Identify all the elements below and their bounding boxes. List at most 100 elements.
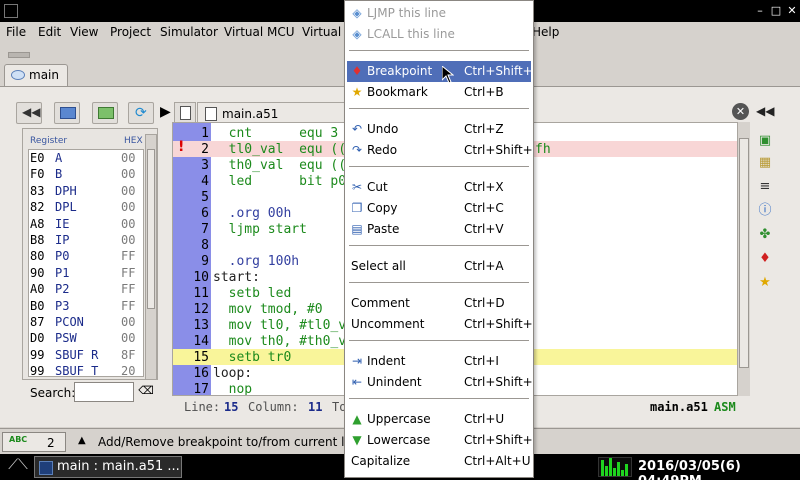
menu-item-redo[interactable]: ↷ Redo Ctrl+Shift+Z [347,140,533,161]
register-name: DPH [55,183,77,198]
menu-file[interactable]: File [6,25,26,39]
open-folder-button[interactable] [54,102,80,124]
menu-item-shortcut: Ctrl+X [464,180,504,194]
register-scrollbar[interactable] [145,134,157,380]
minimize-icon[interactable]: – [752,3,768,19]
register-val: 00 [121,315,136,329]
register-row[interactable]: 99 SBUF T 20 [29,363,143,376]
register-addr: 83 [30,183,45,198]
line-number: 10 [193,270,209,285]
menu-item-label: Redo [367,143,398,157]
register-row[interactable]: E0 A 00 [29,150,143,166]
line-number: 5 [201,190,209,205]
list-icon[interactable]: ≡ [756,178,774,196]
menu-item-shortcut: Ctrl+D [464,296,505,310]
menu-item-undo[interactable]: ↶ Undo Ctrl+Z [347,119,531,140]
start-menu-icon[interactable]: ⟋⟍ [4,457,32,477]
close-icon[interactable]: ✕ [784,3,800,19]
taskbar-window-button[interactable]: main : main.a51 ... [34,456,182,478]
register-row[interactable]: B8 IP 00 [29,232,143,248]
menu-item-lowercase[interactable]: ▼ Lowercase Ctrl+Shift+U [347,430,533,451]
menu-item-cut[interactable]: ✂ Cut Ctrl+X [347,177,531,198]
register-val: 00 [121,233,136,247]
register-addr: A8 [30,216,45,231]
register-row[interactable]: 90 P1 FF [29,265,143,281]
menu-item-indent[interactable]: ⇥ Indent Ctrl+I [347,351,531,372]
register-name: IP [55,233,70,247]
register-row[interactable]: D0 PSW 00 [29,330,143,346]
notes-icon[interactable]: ▦ [756,154,774,172]
register-row[interactable]: A0 P2 FF [29,281,143,297]
register-row[interactable]: 82 DPL 00 [29,199,143,215]
copy-icon: ❐ [351,201,363,215]
register-name: PSW [55,331,77,346]
breakpoints-icon[interactable]: ♦ [756,250,774,268]
register-row[interactable]: 99 SBUF R 8F [29,347,143,363]
code-text: setb led [213,286,292,301]
components-icon[interactable]: ✤ [756,226,774,244]
register-row[interactable]: 80 P0 FF [29,248,143,264]
menu-item-shortcut: Ctrl+Shift+I [464,375,534,389]
spellcheck-counter[interactable]: ABC 2 [2,432,66,452]
image-button[interactable] [92,102,118,124]
register-row[interactable]: 83 DPH 00 [29,183,143,199]
status-filename: main.a51 [650,400,708,414]
line-number: 15 [193,350,209,365]
editor-context-menu: ◈ LJMP this line ◈ LCALL this line ♦ Breakpoi… [344,0,534,478]
breakpoint-marker-icon[interactable]: ! [178,139,184,155]
register-row[interactable]: F0 B 00 [29,166,143,182]
file-tab-main-a51[interactable]: main.a51 [197,102,347,124]
menu-project[interactable]: Project [110,25,151,39]
menu-virtual-mcu[interactable]: Virtual MCU [224,25,295,39]
line-number: 4 [201,174,209,189]
menu-view[interactable]: View [70,25,98,39]
register-row[interactable]: 87 PCON 00 [29,314,143,330]
menu-help[interactable]: Help [532,25,559,39]
register-search-input[interactable] [74,382,134,402]
register-addr: 82 [30,200,45,215]
menu-edit[interactable]: Edit [38,25,61,39]
calculator-icon[interactable]: ▣ [756,132,774,150]
menu-item-shortcut: Ctrl+Shift+D [464,317,533,331]
menu-item-uncomment[interactable]: Uncomment Ctrl+Shift+D [347,314,533,335]
editor-scrollbar[interactable] [737,122,750,396]
jump-icon: ◈ [352,6,362,20]
menu-simulator[interactable]: Simulator [160,25,218,39]
register-scrollbar-thumb[interactable] [147,149,155,309]
editor-scrollbar-thumb[interactable] [739,138,749,368]
bookmarks-icon[interactable]: ★ [756,274,774,292]
project-tab-main[interactable]: main [4,64,68,86]
refresh-button[interactable]: ⟳ [128,102,154,124]
menu-separator [349,108,529,109]
menu-item-select-all[interactable]: Select all Ctrl+A [347,256,531,277]
new-file-button[interactable] [174,102,196,124]
menu-item-ljmp-this-line[interactable]: ◈ LJMP this line [347,3,531,24]
double-left-arrow-icon: ◀◀ [22,105,41,119]
menu-item-copy[interactable]: ❐ Copy Ctrl+C [347,198,531,219]
menu-item-lcall-this-line[interactable]: ◈ LCALL this line [347,24,531,45]
register-list: E0 A 00 F0 B 00 83 DPH 00 82 DPL 00 A8 IE 00 B8 IP 00 80 P0… [28,149,144,377]
maximize-icon[interactable]: □ [768,3,784,19]
menu-separator [349,245,529,246]
register-row[interactable]: B0 P3 FF [29,298,143,314]
left-panel-back-button[interactable]: ◀◀ [16,102,42,124]
info-icon[interactable]: ⓘ [756,202,774,220]
clock: 2016/03/05(6) 04:49PM [638,459,741,480]
left-panel-more-icon[interactable]: ▶ [160,104,171,120]
register-row[interactable]: A8 IE 00 [29,216,143,232]
menu-item-capitalize[interactable]: Capitalize Ctrl+Alt+U [347,451,531,472]
line-number: 16 [193,366,209,381]
menu-item-unindent[interactable]: ⇤ Unindent Ctrl+Shift+I [347,372,534,393]
menu-item-label: Comment [351,296,410,310]
menu-item-comment[interactable]: Comment Ctrl+D [347,293,531,314]
menu-item-breakpoint[interactable]: ♦ Breakpoint Ctrl+Shift+B [347,61,533,82]
close-editor-icon[interactable]: ✕ [732,103,749,120]
code-text: loop: [213,366,253,381]
menu-item-bookmark[interactable]: ★ Bookmark Ctrl+B [347,82,531,103]
folder-icon [60,107,76,119]
menu-item-paste[interactable]: ▤ Paste Ctrl+V [347,219,531,240]
toolbar-handle[interactable] [8,52,30,58]
menu-item-uppercase[interactable]: ▲ Uppercase Ctrl+U [347,409,531,430]
line-value: 15 [224,400,239,414]
clear-search-icon[interactable]: ⌫ [138,384,154,398]
